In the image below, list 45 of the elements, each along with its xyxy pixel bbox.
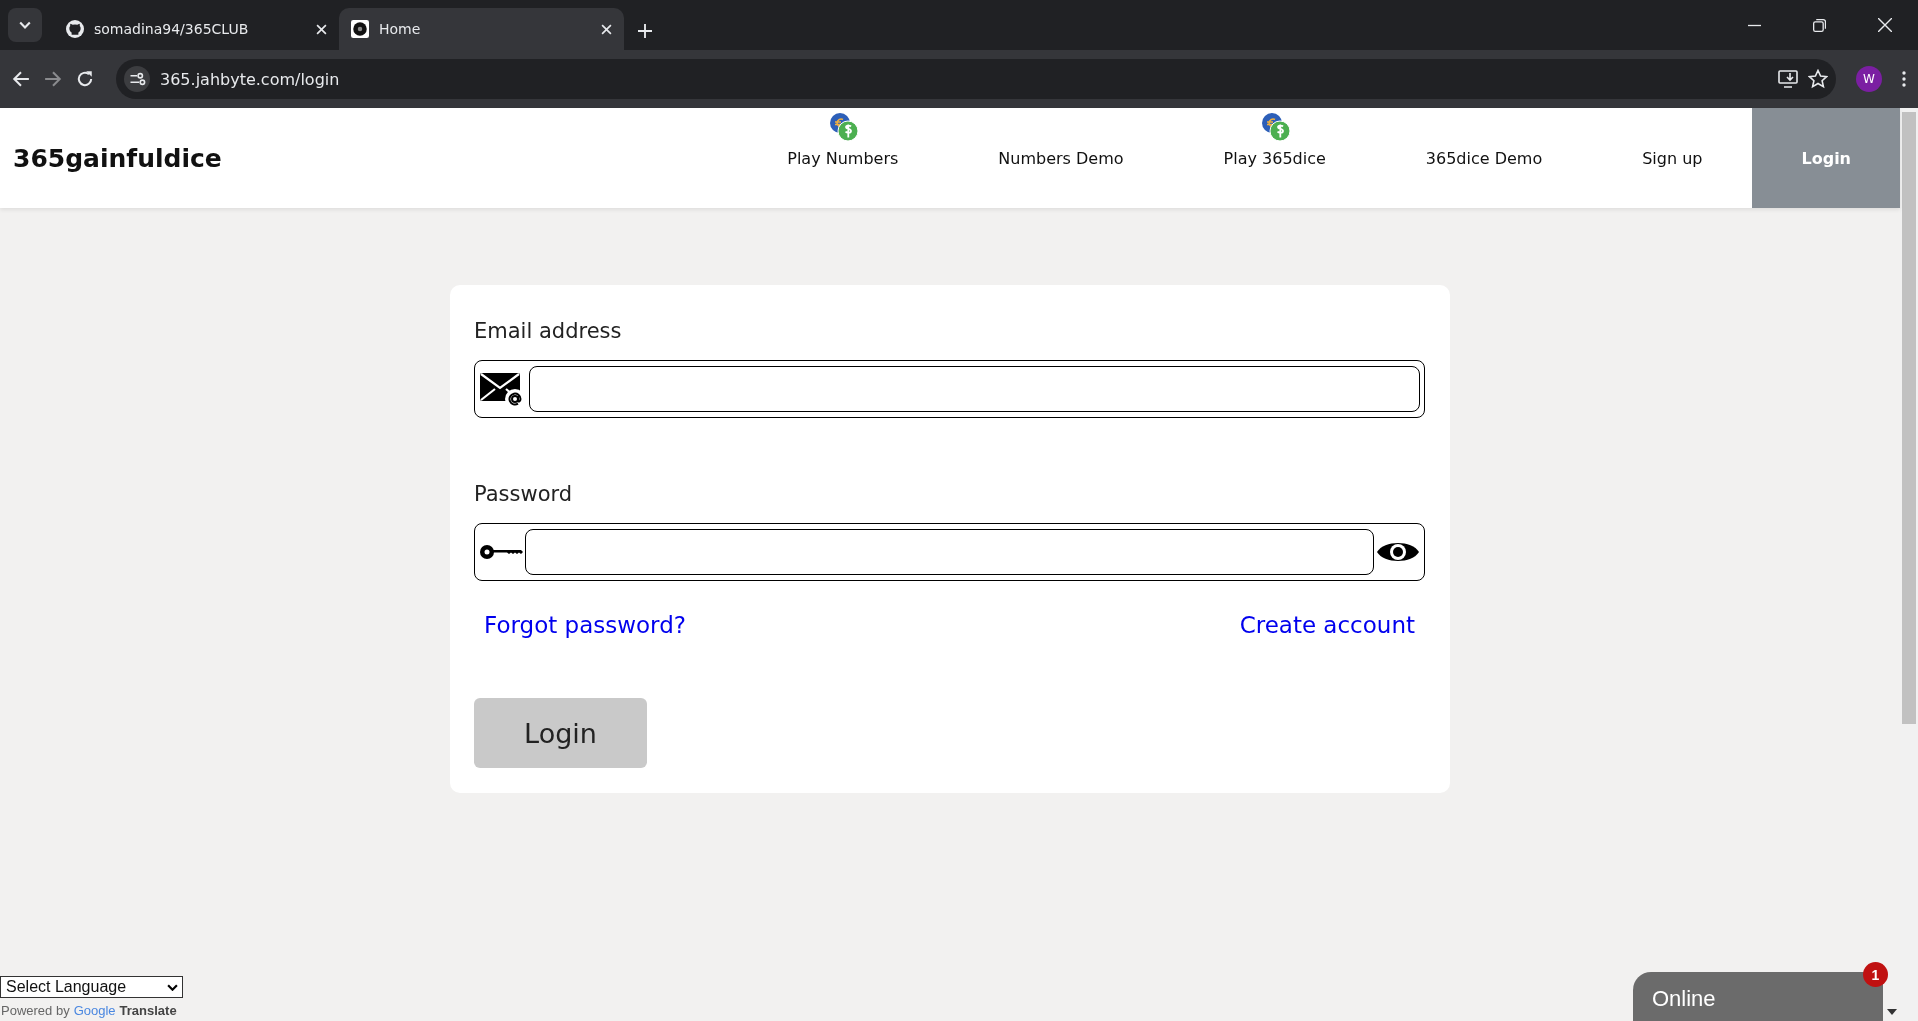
notification-badge: 1 — [1863, 962, 1888, 987]
site-settings-icon[interactable] — [124, 66, 150, 92]
field-label: Email address — [474, 319, 623, 343]
language-select[interactable]: Select Language — [0, 976, 183, 998]
google-logo-text: Google — [73, 1003, 116, 1018]
url-text: 365.jahbyte.com/login — [160, 69, 341, 89]
coins-icon — [1260, 112, 1291, 142]
create-account-link[interactable]: Create account — [1239, 612, 1415, 638]
nav-link[interactable]: Numbers Demo — [948, 108, 1174, 208]
install-app-icon[interactable] — [1778, 70, 1798, 88]
profile-avatar[interactable]: W — [1856, 66, 1882, 92]
site-logo-text: 365gainfuldice — [13, 143, 222, 173]
browser-tab[interactable]: Home — [339, 8, 624, 50]
caret-down-icon[interactable] — [1887, 1009, 1897, 1015]
address-bar[interactable]: 365.jahbyte.com/login — [116, 59, 1836, 99]
key-icon — [479, 542, 523, 562]
login-button[interactable]: Login — [474, 698, 647, 768]
scrollbar-thumb[interactable] — [1902, 112, 1916, 724]
forward-icon — [44, 70, 62, 88]
restore-icon[interactable] — [1813, 18, 1826, 32]
close-icon[interactable] — [316, 23, 327, 35]
nav-link[interactable]: 365dice Demo — [1375, 108, 1593, 208]
nav-link[interactable]: Sign up — [1592, 108, 1753, 208]
browser-tab[interactable]: somadina94/365CLUB — [54, 8, 339, 50]
chevron-down-icon — [167, 983, 178, 991]
field-label: Password — [474, 482, 574, 506]
more-menu-icon[interactable] — [1902, 71, 1906, 87]
close-icon[interactable] — [601, 23, 612, 35]
close-icon[interactable] — [1878, 18, 1892, 32]
translate-text: Translate — [119, 1003, 177, 1018]
password-field[interactable] — [474, 523, 1425, 581]
back-icon[interactable] — [12, 70, 30, 88]
site-favicon-icon — [351, 20, 369, 38]
reload-icon[interactable] — [76, 70, 94, 88]
cat-silhouette-icon — [66, 20, 84, 38]
nav-link[interactable]: Play Numbers — [737, 108, 949, 208]
tab-list-button[interactable] — [8, 8, 42, 42]
powered-by-text: Powered by — [1, 1003, 70, 1018]
email-field[interactable] — [474, 360, 1425, 418]
coins-icon — [828, 112, 859, 142]
nav-link[interactable]: Play 365dice — [1173, 108, 1376, 208]
new-tab-icon[interactable] — [638, 24, 652, 38]
forgot-password-link[interactable]: Forgot password? — [484, 612, 686, 638]
star-icon[interactable] — [1808, 69, 1828, 89]
chevron-down-icon — [19, 21, 31, 29]
